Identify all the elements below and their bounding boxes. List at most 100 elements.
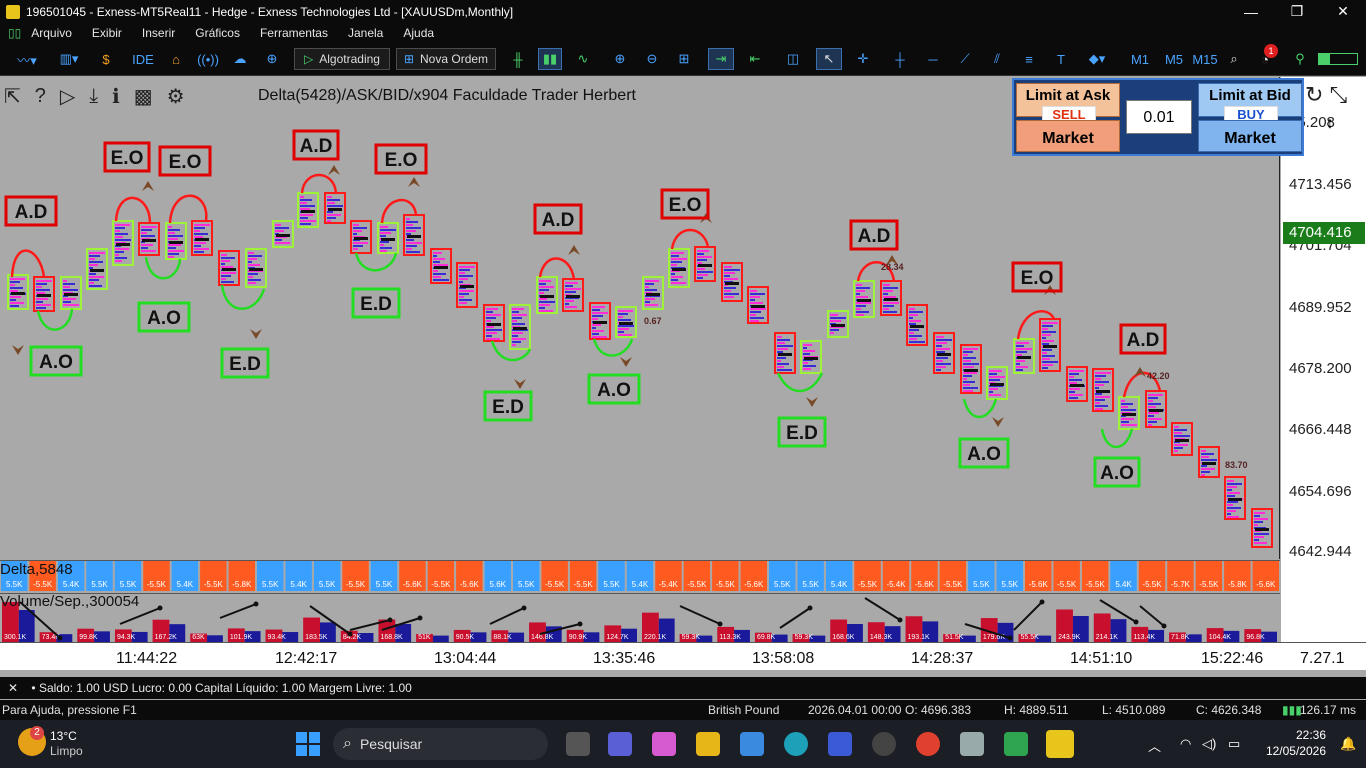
footprint-cluster <box>218 250 240 286</box>
notifications-bell-icon[interactable]: 🔔 <box>1340 736 1356 752</box>
collapse-icon[interactable]: ⤡ <box>1330 82 1348 107</box>
footprint-cluster <box>191 220 213 256</box>
chrome-icon[interactable] <box>916 732 940 756</box>
battery-icon[interactable]: ▭ <box>1228 736 1240 752</box>
time-axis[interactable]: 11:44:22 12:42:17 13:04:44 13:35:46 13:5… <box>0 642 1366 670</box>
volume-pane[interactable]: 300.1K 73.4K 99.8K 94.3K 167.2K 63K 101.9K 93.4… <box>0 593 1280 642</box>
crosshair-icon[interactable]: ✛ <box>852 48 874 70</box>
zoom-out-icon[interactable]: ⊖ <box>642 48 662 70</box>
bar-chart-icon[interactable]: ╫ <box>508 48 528 70</box>
cursor-icon[interactable]: ↖ <box>816 48 842 70</box>
help-icon[interactable]: ? <box>35 85 46 108</box>
timeframe-m15[interactable]: M15 <box>1192 48 1218 70</box>
gear-icon[interactable]: ⚙ <box>167 84 185 109</box>
minimize-button[interactable]: — <box>1228 0 1274 23</box>
signal-icon[interactable]: ((•)) <box>196 48 220 70</box>
delta-pane[interactable]: 5.5K -5.5K 5.4K 5.5K 5.5K -5.5K 5.4K -5.5K -5.8K… <box>0 560 1280 592</box>
trend-arrow-line <box>219 603 257 619</box>
chart-bars-icon[interactable]: ▥▾ <box>52 48 86 70</box>
menu-exibir[interactable]: Exibir <box>92 26 122 40</box>
swing-curves <box>10 173 1162 449</box>
screenshot-icon[interactable]: ◫ <box>780 48 806 70</box>
utorrent-icon[interactable] <box>1004 732 1028 756</box>
wifi-icon[interactable]: ◠ <box>1180 736 1191 752</box>
delta-value: 5.5K <box>1002 580 1019 589</box>
chart-shift-icon[interactable]: ⇤ <box>742 48 768 70</box>
menu-ferramentas[interactable]: Ferramentas <box>260 26 328 40</box>
volume-bar <box>327 211 333 213</box>
volume-bar <box>1227 486 1237 488</box>
menu-app-icon[interactable]: ▯▯ <box>8 26 21 40</box>
buy-market-button[interactable]: Market <box>1198 120 1302 152</box>
menu-arquivo[interactable]: Arquivo <box>31 26 72 40</box>
close-button[interactable]: ✕ <box>1320 0 1366 23</box>
trendline-icon[interactable]: ⟋ <box>954 48 976 70</box>
vertical-line-icon[interactable]: ┼ <box>890 48 910 70</box>
app-icon-blue[interactable] <box>828 732 852 756</box>
volume-bar <box>1042 367 1048 369</box>
store-icon[interactable] <box>740 732 764 756</box>
volume-bar <box>1201 456 1209 458</box>
volume-bar <box>168 247 176 249</box>
sell-market-button[interactable]: Market <box>1016 120 1120 152</box>
maximize-button[interactable]: ❐ <box>1274 0 1320 23</box>
volume-bar <box>1174 429 1187 431</box>
one-click-trade-panel: Limit at Ask SELL Market 0.01 Limit at B… <box>1012 78 1304 156</box>
taskbar-search[interactable]: ⌕ Pesquisar <box>333 728 548 760</box>
clock-date[interactable]: 12/05/2026 <box>1262 744 1326 758</box>
chevron-up-icon[interactable]: ︿ <box>1148 736 1161 755</box>
menu-inserir[interactable]: Inserir <box>142 26 175 40</box>
footprint-cluster <box>1066 366 1088 402</box>
price-axis[interactable]: 25.208 4713.456 4701.704 4689.952 4678.2… <box>1281 77 1366 647</box>
algotrading-button[interactable]: ▷ Algotrading <box>294 48 390 70</box>
chart-type-icon[interactable]: 〰▾ <box>10 48 44 70</box>
edge-icon[interactable] <box>784 732 808 756</box>
clock-time[interactable]: 22:36 <box>1292 728 1326 742</box>
timeframe-m1[interactable]: M1 <box>1128 48 1152 70</box>
line-chart-icon[interactable]: ∿ <box>572 48 594 70</box>
profile-name[interactable]: British Pound <box>708 700 779 720</box>
search-icon[interactable]: ⌕ <box>1224 48 1244 70</box>
download-icon[interactable]: ⤓ <box>89 85 98 108</box>
notification-icon[interactable]: ◔ 1 <box>1252 44 1278 70</box>
lot-size-input[interactable]: 0.01 <box>1126 100 1192 134</box>
refresh-icon[interactable]: ↻ <box>1305 82 1323 107</box>
volume-icon[interactable]: ◁) <box>1202 736 1216 752</box>
channel-icon[interactable]: ⫽ <box>986 48 1008 70</box>
menu-janela[interactable]: Janela <box>348 26 383 40</box>
ide-button[interactable]: IDE <box>130 48 156 70</box>
file-explorer-icon[interactable] <box>696 732 720 756</box>
volume-bar <box>406 242 422 244</box>
volume-bar <box>883 296 896 298</box>
chart-mini-icon[interactable]: ▩ <box>134 84 153 109</box>
timeframe-m5[interactable]: M5 <box>1160 48 1188 70</box>
menu-ajuda[interactable]: Ajuda <box>403 26 434 40</box>
app-icon-dark[interactable] <box>872 732 896 756</box>
volume-bar <box>777 336 782 338</box>
candle-chart-icon[interactable]: ▮▮ <box>538 48 562 70</box>
zoom-in-icon[interactable]: ⊕ <box>610 48 630 70</box>
pointer-icon[interactable]: ⇱ <box>4 84 21 109</box>
task-view-icon[interactable] <box>566 732 590 756</box>
horizontal-line-icon[interactable]: ─ <box>922 48 944 70</box>
antenna-icon[interactable]: ⚲ <box>1290 48 1310 70</box>
cloud-icon[interactable]: ☁ <box>230 48 250 70</box>
copilot-icon[interactable] <box>652 732 676 756</box>
text-icon[interactable]: T <box>1050 48 1072 70</box>
app-icon-paint[interactable] <box>960 732 984 756</box>
exness-terminal-icon[interactable] <box>1046 730 1074 758</box>
play-triangle-icon[interactable]: ▷ <box>60 84 75 109</box>
autoscroll-icon[interactable]: ⇥ <box>708 48 734 70</box>
fibonacci-icon[interactable]: ≡ <box>1018 48 1040 70</box>
meet-icon[interactable] <box>608 732 632 756</box>
menu-graficos[interactable]: Gráficos <box>195 26 240 40</box>
grid-icon[interactable]: ⊞ <box>674 48 694 70</box>
shapes-icon[interactable]: ◆▾ <box>1080 48 1114 70</box>
new-order-button[interactable]: ⊞ Nova Ordem <box>396 48 496 70</box>
vps-icon[interactable]: ⊕ <box>262 48 282 70</box>
info-icon[interactable]: ℹ <box>112 84 120 109</box>
market-icon[interactable]: ⌂ <box>166 48 186 70</box>
close-toolbox-icon[interactable]: ✕ <box>8 681 18 695</box>
dollar-icon[interactable]: $ <box>96 48 116 70</box>
start-icon[interactable] <box>296 732 320 756</box>
